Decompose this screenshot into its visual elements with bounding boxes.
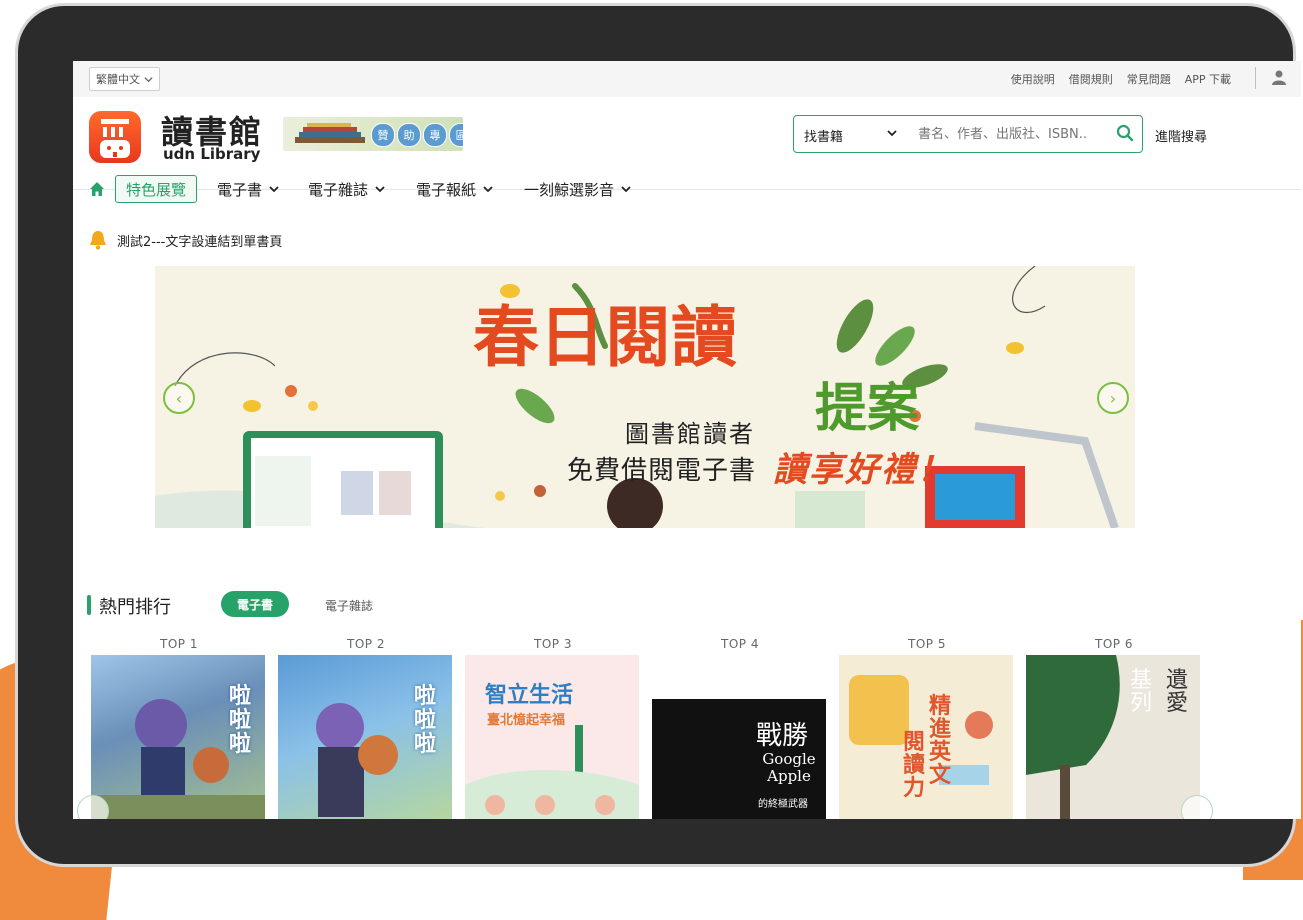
ranking-header: 熱門排行 電子書 電子雜誌 xyxy=(87,591,687,621)
site-header: 讀書館 udn Library 贊 助 專 區 找書籍 書名、作者、出版社、IS… xyxy=(73,97,1301,203)
nav-emagazines[interactable]: 電子雜誌 xyxy=(308,177,386,201)
rank-label: TOP 3 xyxy=(534,637,572,651)
nav-label: 電子報紙 xyxy=(416,180,477,199)
divider xyxy=(1255,67,1256,89)
utility-links: 使用說明 借閱規則 常見問題 APP 下載 xyxy=(1011,71,1231,87)
book-cover[interactable]: 精進英文 閱讀力 xyxy=(839,655,1013,819)
hero-tagline: 免費借閱電子書 xyxy=(567,456,757,486)
book-cover[interactable]: 戰勝 Google Apple 的終極武器 xyxy=(652,655,826,819)
utility-bar: 繁體中文 使用說明 借閱規則 常見問題 APP 下載 xyxy=(73,61,1301,97)
cover-subtitle: 臺北憶起幸福 xyxy=(487,713,566,728)
cover-title: 啦啦啦 xyxy=(229,684,252,758)
link-help[interactable]: 使用說明 xyxy=(1011,71,1055,87)
nav-video[interactable]: 一刻鯨選影音 xyxy=(524,177,632,201)
book-cover[interactable]: 遺愛 基列 xyxy=(1026,655,1200,819)
logo-subtitle: udn Library xyxy=(163,145,261,163)
sponsor-banner[interactable]: 贊 助 專 區 xyxy=(283,117,463,151)
chevron-down-icon xyxy=(144,76,153,82)
nav-enewspapers[interactable]: 電子報紙 xyxy=(416,177,494,201)
books-icon xyxy=(295,123,365,143)
hero-subtitle: 圖書館讀者 xyxy=(625,420,755,448)
arrow-right-icon[interactable] xyxy=(1181,795,1213,819)
link-borrow-rules[interactable]: 借閱規則 xyxy=(1069,71,1113,87)
chevron-down-icon xyxy=(269,186,279,193)
logo-icon[interactable] xyxy=(89,111,141,163)
rank-label: TOP 4 xyxy=(721,637,759,651)
language-select[interactable]: 繁體中文 xyxy=(89,67,160,91)
rank-label: TOP 5 xyxy=(908,637,946,651)
tab-ebooks[interactable]: 電子書 xyxy=(221,591,290,617)
cover-subtitle: Google Apple xyxy=(762,750,816,785)
rank-label: TOP 6 xyxy=(1095,637,1133,651)
sponsor-char: 贊 xyxy=(371,123,395,147)
sponsor-char: 專 xyxy=(423,123,447,147)
nav-featured-exhibition[interactable]: 特色展覽 xyxy=(115,175,198,203)
link-app-download[interactable]: APP 下載 xyxy=(1185,71,1231,87)
rank-label: TOP 1 xyxy=(160,637,198,651)
cover-subtitle: 基列 xyxy=(1130,668,1153,717)
cover-title: 啦啦啦 xyxy=(414,684,437,758)
home-icon[interactable] xyxy=(89,181,105,197)
language-label: 繁體中文 xyxy=(96,73,140,86)
cover-subtitle: 閱讀力 xyxy=(903,730,926,802)
cover-title: 遺愛 xyxy=(1166,668,1189,717)
bell-icon xyxy=(90,231,106,250)
arrow-left-icon[interactable]: ‹ xyxy=(163,382,195,414)
hero-title: 春日閱讀 xyxy=(473,298,737,376)
chevron-down-icon xyxy=(375,186,385,193)
hero-title-suffix: 提案 xyxy=(815,378,920,439)
search-icon[interactable] xyxy=(1116,124,1134,142)
ranking-title: 熱門排行 xyxy=(99,597,171,618)
nav-label: 一刻鯨選影音 xyxy=(524,180,615,199)
cover-title: 戰勝 xyxy=(756,721,809,751)
search-input[interactable] xyxy=(916,122,1110,146)
search-scope-select[interactable]: 找書籍 xyxy=(804,126,843,145)
sponsor-char: 區 xyxy=(449,123,463,147)
hero-banner[interactable]: 春日閱讀 提案 圖書館讀者 免費借閱電子書 讀享好禮！ ‹ › xyxy=(155,266,1135,528)
nav-ebooks[interactable]: 電子書 xyxy=(217,177,280,201)
main-nav: 特色展覽 電子書 電子雜誌 電子報紙 一刻鯨選影音 xyxy=(73,175,1301,205)
announcement-bar[interactable]: 測試2---文字設連結到單書頁 xyxy=(87,229,282,251)
cover-title: 精進英文 xyxy=(929,694,952,789)
hero-tagline-accent: 讀享好禮！ xyxy=(773,450,953,490)
announcement-text[interactable]: 測試2---文字設連結到單書頁 xyxy=(117,231,282,250)
sponsor-label: 贊 助 專 區 xyxy=(371,123,463,147)
link-faq[interactable]: 常見問題 xyxy=(1127,71,1171,87)
section-marker xyxy=(87,595,91,615)
advanced-search-link[interactable]: 進階搜尋 xyxy=(1155,126,1207,145)
search-box: 找書籍 xyxy=(793,115,1143,153)
book-cover[interactable]: 智立生活 臺北憶起幸福 xyxy=(465,655,639,819)
book-cover[interactable]: 啦啦啦 xyxy=(91,655,265,819)
sponsor-char: 助 xyxy=(397,123,421,147)
rank-label: TOP 2 xyxy=(347,637,385,651)
chevron-down-icon xyxy=(621,186,631,193)
cover-title: 智立生活 xyxy=(485,683,574,708)
laptop-frame: 繁體中文 使用說明 借閱規則 常見問題 APP 下載 讀書館 udn Libra… xyxy=(18,6,1301,864)
browser-screen: 繁體中文 使用說明 借閱規則 常見問題 APP 下載 讀書館 udn Libra… xyxy=(73,61,1301,819)
nav-label: 電子書 xyxy=(217,180,263,199)
book-cover[interactable]: 啦啦啦 xyxy=(278,655,452,819)
chevron-down-icon[interactable] xyxy=(886,127,898,139)
cover-art xyxy=(849,675,993,785)
nav-label: 電子雜誌 xyxy=(308,180,369,199)
arrow-left-icon[interactable] xyxy=(77,795,109,819)
tab-emagazines[interactable]: 電子雜誌 xyxy=(325,597,373,614)
arrow-right-icon[interactable]: › xyxy=(1097,382,1129,414)
chevron-down-icon xyxy=(483,186,493,193)
cover-subtitle-2: 的終極武器 xyxy=(758,799,808,810)
user-icon[interactable] xyxy=(1271,69,1287,85)
